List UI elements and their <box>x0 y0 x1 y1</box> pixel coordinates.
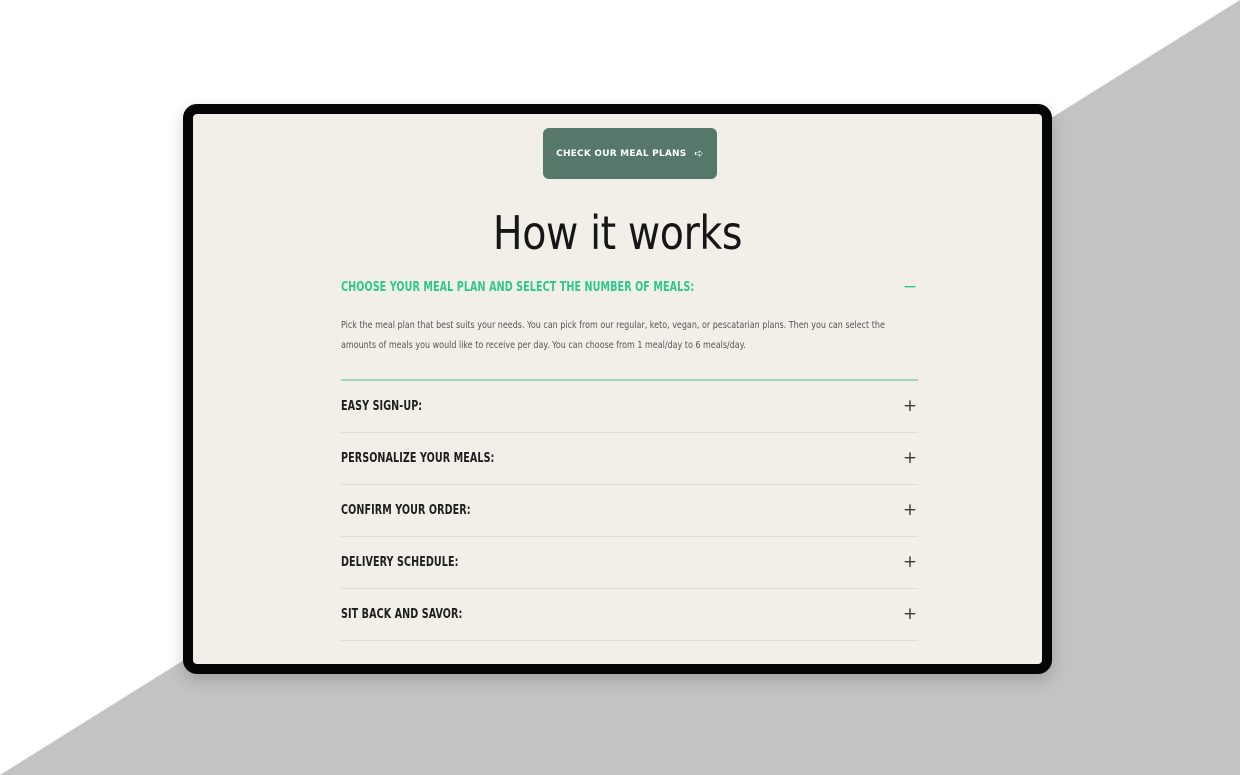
section-title: How it works <box>492 206 743 260</box>
collapse-icon[interactable]: − <box>902 278 918 296</box>
faq-item-delivery-schedule: DELIVERY SCHEDULE: + <box>341 537 918 589</box>
faq-item-sit-back: SIT BACK AND SAVOR: + <box>341 589 918 641</box>
faq-question-row-easy-signup[interactable]: EASY SIGN-UP: + <box>341 394 918 420</box>
expand-icon[interactable]: + <box>902 398 918 415</box>
faq-question-sit-back: SIT BACK AND SAVOR: <box>341 607 463 622</box>
page-content: CHECK OUR MEAL PLANS ➪ How it works CHOO… <box>193 114 1042 664</box>
expand-icon[interactable]: + <box>902 554 918 571</box>
faq-question-personalize: PERSONALIZE YOUR MEALS: <box>341 451 495 466</box>
expand-icon[interactable]: + <box>902 450 918 467</box>
faq-question-easy-signup: EASY SIGN-UP: <box>341 399 423 414</box>
faq-question-row-meal-plan[interactable]: CHOOSE YOUR MEAL PLAN AND SELECT THE NUM… <box>341 274 918 300</box>
faq-accordion: CHOOSE YOUR MEAL PLAN AND SELECT THE NUM… <box>341 274 918 641</box>
faq-item-confirm-order: CONFIRM YOUR ORDER: + <box>341 485 918 537</box>
faq-question-row-confirm-order[interactable]: CONFIRM YOUR ORDER: + <box>341 498 918 524</box>
faq-question-meal-plan: CHOOSE YOUR MEAL PLAN AND SELECT THE NUM… <box>341 279 695 295</box>
device-frame: CHECK OUR MEAL PLANS ➪ How it works CHOO… <box>183 104 1052 674</box>
expand-icon[interactable]: + <box>902 502 918 519</box>
faq-item-open: CHOOSE YOUR MEAL PLAN AND SELECT THE NUM… <box>341 274 918 381</box>
faq-question-confirm-order: CONFIRM YOUR ORDER: <box>341 503 471 518</box>
expand-icon[interactable]: + <box>902 606 918 623</box>
faq-question-row-delivery-schedule[interactable]: DELIVERY SCHEDULE: + <box>341 550 918 576</box>
faq-question-delivery-schedule: DELIVERY SCHEDULE: <box>341 555 459 570</box>
check-meal-plans-button[interactable]: CHECK OUR MEAL PLANS ➪ <box>543 128 717 179</box>
faq-question-row-personalize[interactable]: PERSONALIZE YOUR MEALS: + <box>341 446 918 472</box>
faq-item-easy-signup: EASY SIGN-UP: + <box>341 381 918 433</box>
faq-item-personalize: PERSONALIZE YOUR MEALS: + <box>341 433 918 485</box>
arrow-right-icon: ➪ <box>694 147 704 160</box>
check-meal-plans-label: CHECK OUR MEAL PLANS <box>556 148 687 159</box>
faq-question-row-sit-back[interactable]: SIT BACK AND SAVOR: + <box>341 602 918 628</box>
faq-answer-meal-plan: Pick the meal plan that best suits your … <box>341 320 885 351</box>
